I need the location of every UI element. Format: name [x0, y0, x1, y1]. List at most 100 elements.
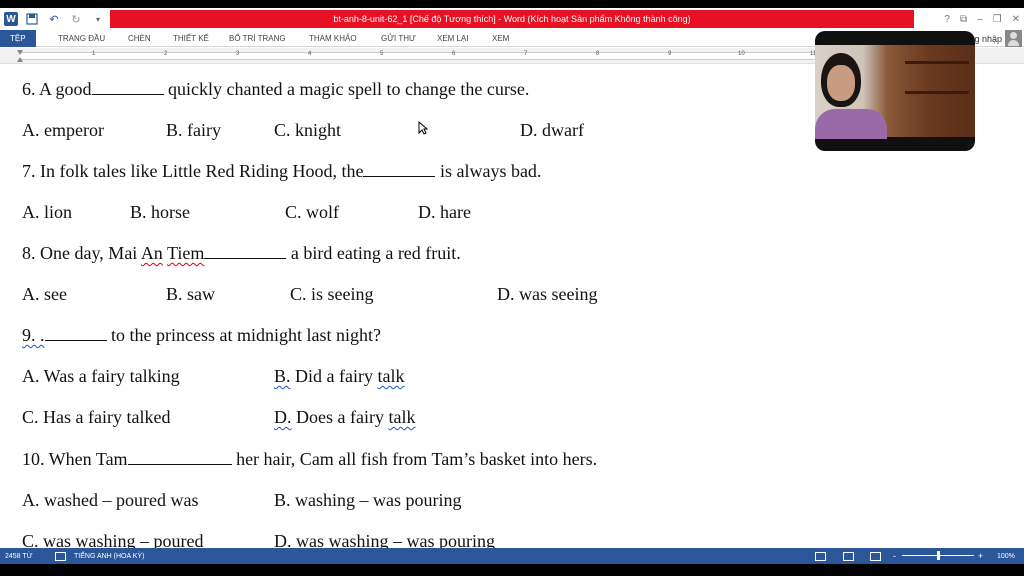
word-logo-icon[interactable]: W	[4, 12, 18, 26]
word-window: W ↶ ↻ ▾ bt-anh-8-unit-62_1 [Chế độ Tương…	[0, 0, 1024, 576]
q7-option-d: D. hare	[418, 202, 471, 222]
option-text: Did a fairy	[290, 366, 378, 386]
q9-option-b: B. Did a fairy talk	[274, 366, 404, 387]
q9-option-c: C. Has a fairy talked	[22, 407, 171, 427]
ruler-number: 3	[236, 51, 240, 57]
redo-icon[interactable]: ↻	[68, 11, 84, 27]
q9-option-a: A. Was a fairy talking	[22, 366, 180, 386]
top-black-strip	[0, 0, 1024, 8]
grammar-flag-word[interactable]: talk	[388, 407, 415, 427]
language-indicator[interactable]: TIẾNG ANH (HOA KỲ)	[74, 548, 144, 564]
ruler-scale	[20, 52, 820, 60]
question-text: 6. A good	[22, 79, 92, 99]
undo-icon[interactable]: ↶	[46, 11, 62, 27]
tab-mailings[interactable]: GỬI THƯ	[371, 30, 426, 47]
answer-blank	[127, 464, 232, 465]
question-text: quickly chanted a magic spell to change …	[163, 79, 530, 99]
webcam-person	[815, 45, 893, 139]
question-number: 9. .	[22, 325, 45, 345]
question-8: 8. One day, Mai An Tiem a bird eating a …	[22, 243, 461, 264]
restore-icon[interactable]: ❐	[993, 14, 1002, 25]
user-avatar-icon[interactable]	[1005, 30, 1022, 47]
window-title: bt-anh-8-unit-62_1 [Chế độ Tương thích] …	[110, 10, 914, 28]
word-count[interactable]: 2458 TỪ	[5, 548, 33, 564]
bottom-black-strip	[0, 564, 1024, 576]
customize-toolbar-icon[interactable]: ▾	[90, 11, 106, 27]
tab-view[interactable]: XEM	[482, 30, 519, 47]
q10-option-c: C. was washing – poured	[22, 531, 204, 548]
question-text: is always bad.	[435, 161, 542, 181]
q6-option-d: D. dwarf	[520, 120, 584, 140]
q8-option-a: A. see	[22, 284, 67, 304]
question-text: to the princess at midnight last night?	[106, 325, 381, 345]
question-text: 10. When Tam	[22, 449, 128, 469]
webcam-overlay	[815, 31, 975, 151]
tab-design[interactable]: THIẾT KẾ	[163, 30, 219, 47]
save-icon[interactable]	[24, 11, 40, 27]
q8-option-b: B. saw	[166, 284, 215, 304]
status-bar: 2458 TỪ TIẾNG ANH (HOA KỲ) - + 100%	[0, 548, 1024, 564]
q10-option-b: B. washing – was pouring	[274, 490, 462, 510]
misspelled-word[interactable]: An	[141, 243, 163, 263]
webcam-shelf	[905, 61, 969, 64]
read-mode-icon[interactable]	[815, 548, 826, 564]
indent-marker-icon[interactable]	[17, 50, 24, 62]
question-10: 10. When Tam her hair, Cam all fish from…	[22, 449, 597, 470]
minimize-icon[interactable]: –	[977, 14, 983, 25]
grammar-flag-word[interactable]: talk	[377, 366, 404, 386]
quick-access-toolbar: W ↶ ↻ ▾	[4, 10, 106, 28]
print-layout-icon[interactable]	[843, 548, 854, 564]
tab-insert[interactable]: CHÈN	[118, 30, 161, 47]
ruler-number: 10	[738, 51, 745, 57]
q10-option-a: A. washed – poured was	[22, 490, 199, 510]
window-controls: ? ⧉ – ❐ ✕	[944, 10, 1020, 28]
answer-blank	[44, 340, 107, 341]
zoom-out-button[interactable]: -	[893, 548, 896, 564]
q6-option-c: C. knight	[274, 120, 342, 140]
tab-review[interactable]: XEM LẠI	[427, 30, 479, 47]
ruler-number: 8	[596, 51, 600, 57]
tab-home[interactable]: TRANG ĐẦU	[48, 30, 115, 47]
question-6: 6. A good quickly chanted a magic spell …	[22, 79, 529, 100]
option-letter: B.	[274, 366, 291, 386]
sign-in-link[interactable]: g nhập	[974, 30, 1002, 47]
q9-option-d: D. Does a fairy talk	[274, 407, 415, 428]
answer-blank	[363, 176, 436, 177]
person-shirt	[815, 109, 887, 139]
q6-option-a: A. emperor	[22, 120, 104, 140]
ribbon-display-icon[interactable]: ⧉	[960, 14, 967, 25]
q8-option-c: C. is seeing	[290, 284, 374, 304]
answer-blank	[91, 94, 164, 95]
zoom-in-button[interactable]: +	[978, 548, 983, 564]
q7-option-a: A. lion	[22, 202, 73, 222]
help-icon[interactable]: ?	[944, 14, 950, 25]
mouse-cursor-icon	[418, 120, 429, 138]
zoom-level[interactable]: 100%	[997, 548, 1015, 564]
answer-blank	[204, 258, 287, 259]
q7-option-c: C. wolf	[285, 202, 339, 222]
q6-option-b: B. fairy	[166, 120, 221, 140]
webcam-shelf	[905, 91, 969, 94]
proofing-icon[interactable]	[55, 548, 66, 564]
web-layout-icon[interactable]	[870, 548, 881, 564]
tab-file[interactable]: TỆP	[0, 30, 36, 47]
q10-option-d: D. was washing – was pouring	[274, 531, 495, 548]
ruler-number: 6	[452, 51, 456, 57]
tab-references[interactable]: THAM KHẢO	[299, 30, 367, 47]
question-text: 8. One day, Mai	[22, 243, 141, 263]
zoom-slider-thumb[interactable]	[937, 551, 940, 560]
option-letter: D.	[274, 407, 292, 427]
q7-option-b: B. horse	[130, 202, 190, 222]
misspelled-word[interactable]: Tiem	[167, 243, 204, 263]
tab-page-layout[interactable]: BỐ TRÍ TRANG	[219, 30, 296, 47]
question-text: a bird eating a red fruit.	[286, 243, 461, 263]
title-bar: W ↶ ↻ ▾ bt-anh-8-unit-62_1 [Chế độ Tương…	[0, 8, 1024, 30]
question-text: her hair, Cam all fish from Tam’s basket…	[231, 449, 598, 469]
ruler-number: 5	[380, 51, 384, 57]
close-icon[interactable]: ✕	[1012, 14, 1020, 25]
ruler-number: 1	[92, 51, 96, 57]
person-face	[827, 65, 855, 101]
option-text: Does a fairy	[291, 407, 389, 427]
question-7: 7. In folk tales like Little Red Riding …	[22, 161, 541, 182]
ruler-number: 9	[668, 51, 672, 57]
